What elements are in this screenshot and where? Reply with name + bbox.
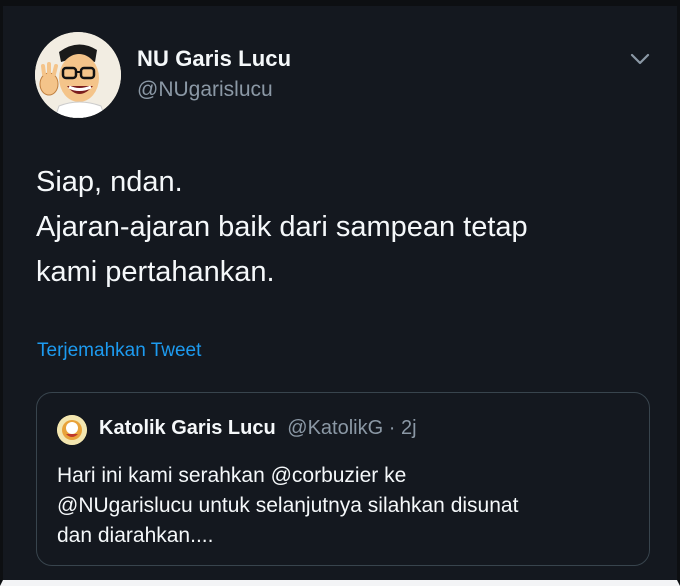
quoted-author-display-name[interactable]: Katolik Garis Lucu [99,417,276,439]
quoted-text-line: dan diarahkan.... [57,524,214,547]
translate-tweet-link[interactable]: Terjemahkan Tweet [37,340,201,362]
quoted-tweet-text: Hari ini kami serahkan @corbuzier ke @NU… [57,461,637,551]
quoted-text-line: @NUgarislucu untuk selanjutnya silahkan … [57,494,519,517]
separator-dot: · [388,417,396,439]
quoted-author-handle[interactable]: @KatolikG [287,417,383,439]
quoted-tweet[interactable]: Katolik Garis Lucu @KatolikG · 2j Hari i… [36,392,650,566]
katolik-logo-icon [57,415,87,445]
tweet-text-line: kami pertahankan. [36,256,275,288]
quoted-tweet-header: Katolik Garis Lucu @KatolikG · 2j [99,417,417,440]
author-avatar[interactable] [35,32,121,118]
tweet-card: NU Garis Lucu @NUgarislucu Siap, ndan. A… [0,0,680,586]
tweet-text-line: Ajaran-ajaran baik dari sampean tetap [36,211,528,243]
chevron-down-icon[interactable] [625,46,655,72]
cartoon-man-avatar-icon [35,32,121,118]
quoted-author-avatar[interactable] [57,415,87,445]
tweet-text: Siap, ndan. Ajaran-ajaran baik dari samp… [36,160,656,295]
author-display-name[interactable]: NU Garis Lucu [137,46,291,72]
author-handle[interactable]: @NUgarislucu [137,78,273,102]
quoted-text-line: Hari ini kami serahkan @corbuzier ke [57,464,407,487]
quoted-tweet-time[interactable]: 2j [401,417,417,439]
tweet-text-line: Siap, ndan. [36,166,183,198]
